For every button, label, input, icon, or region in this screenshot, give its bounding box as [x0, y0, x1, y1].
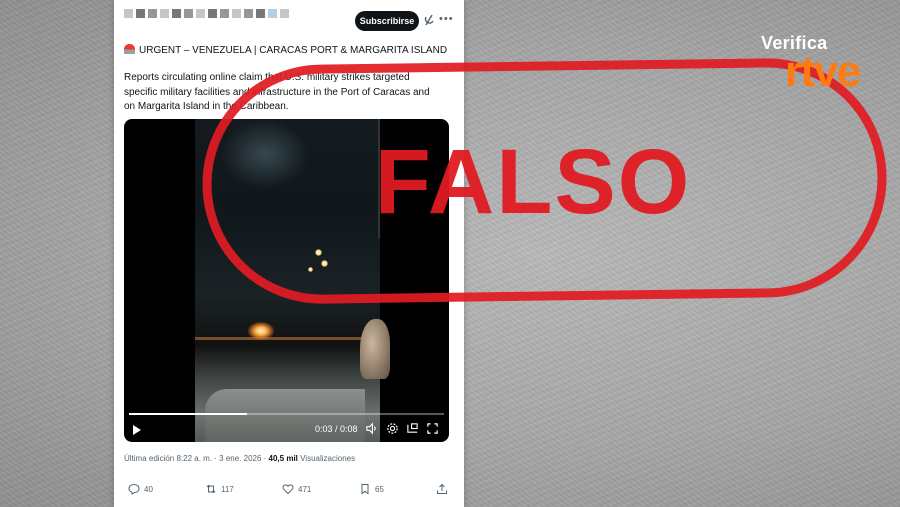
falso-stamp: FALSO [202, 58, 887, 304]
logo-rtve: rtve [785, 47, 861, 96]
stamp-text: FALSO [375, 131, 692, 233]
